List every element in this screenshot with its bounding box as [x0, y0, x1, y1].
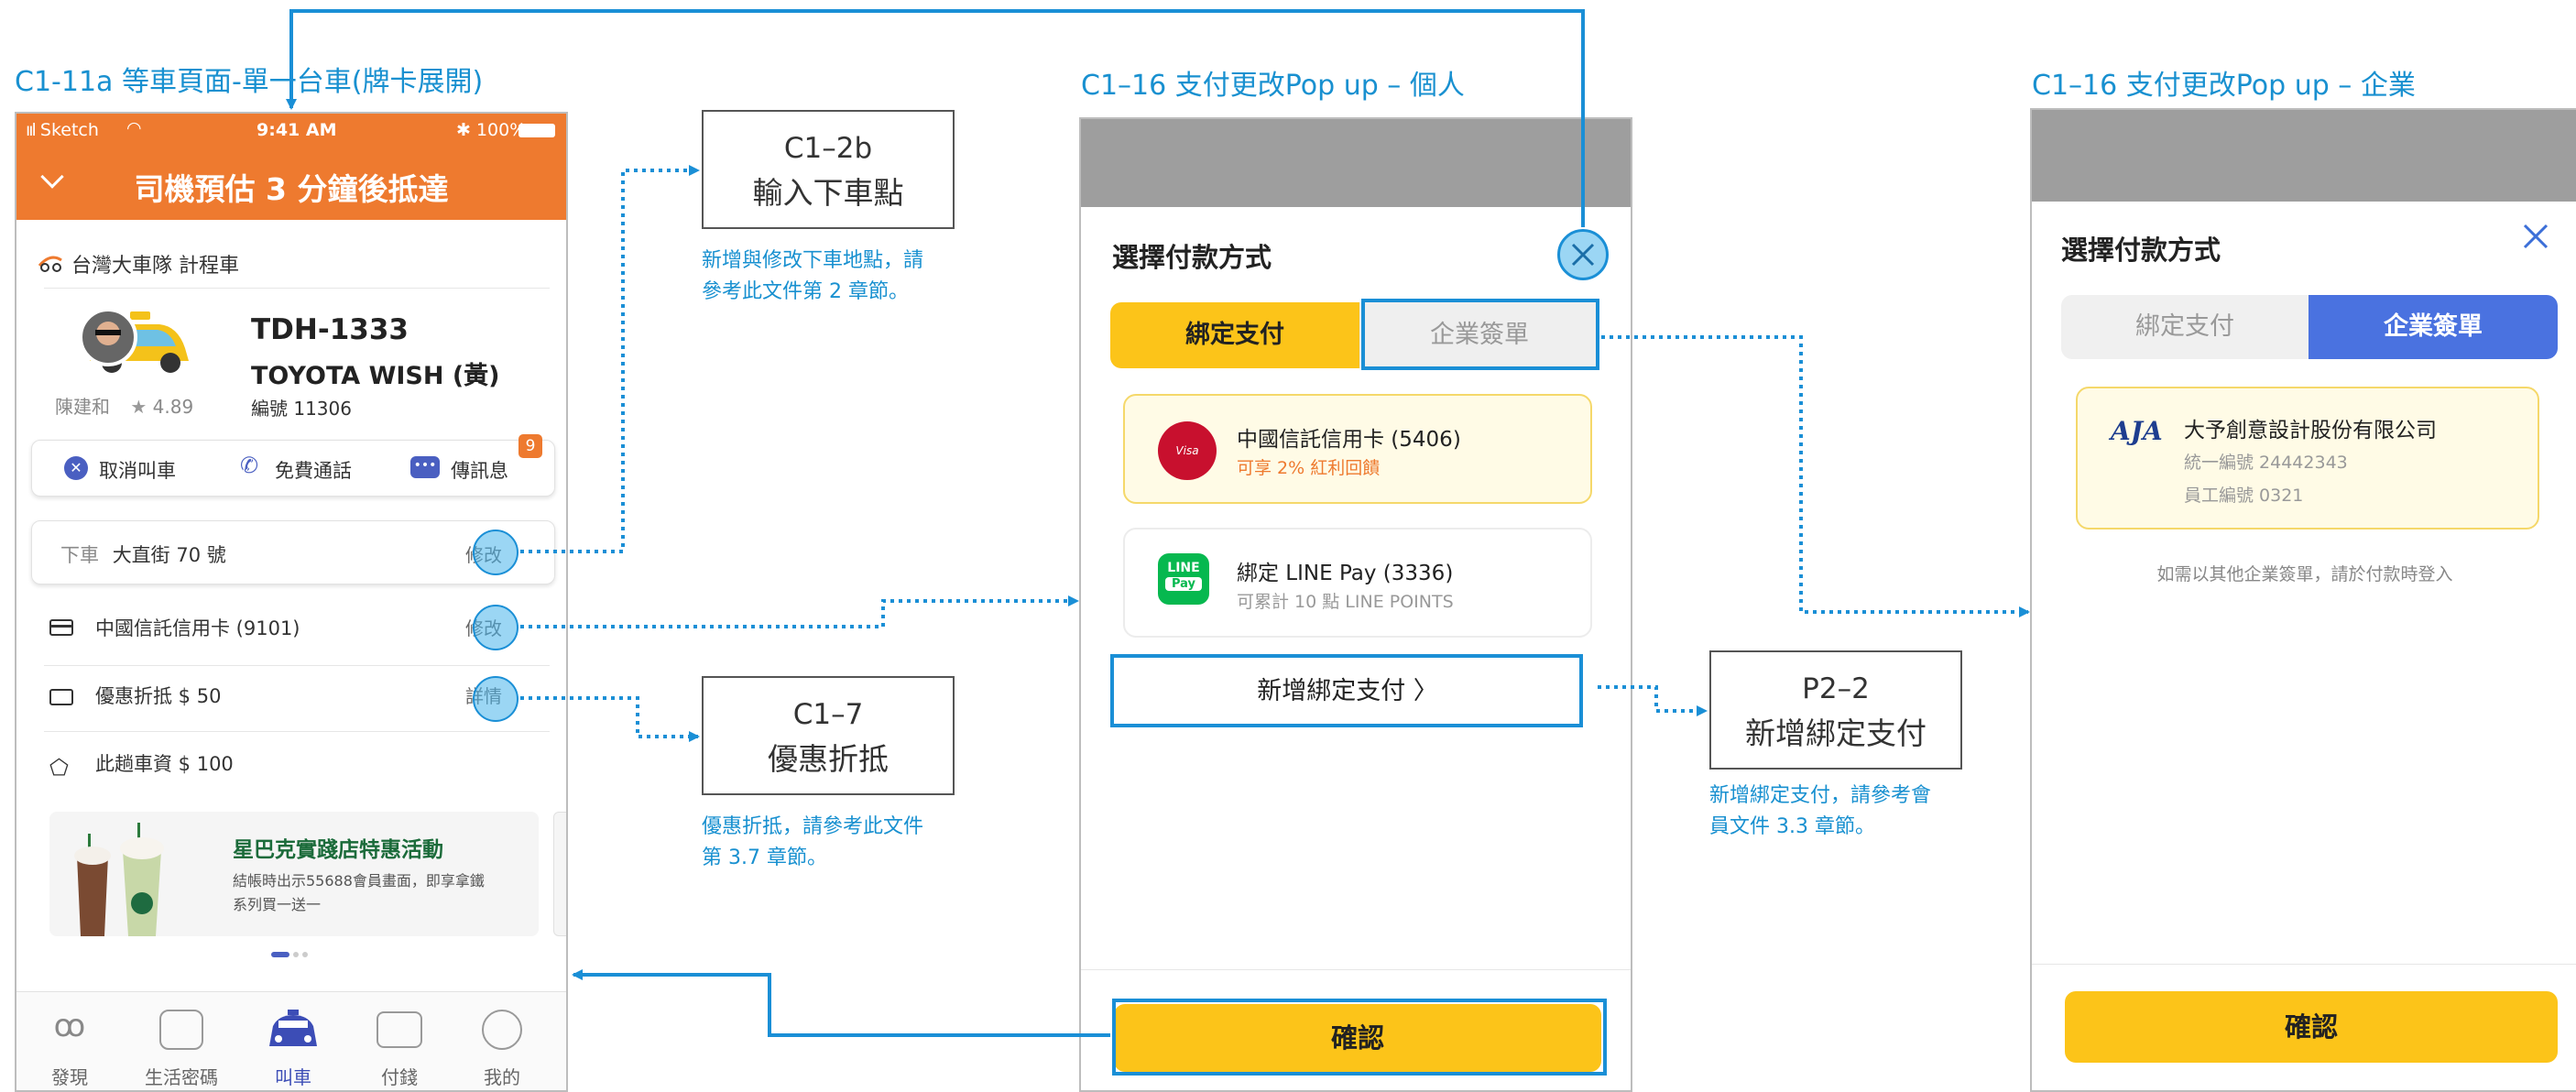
connector-add-payment — [1598, 685, 1708, 716]
connector-corporate — [1601, 335, 2030, 617]
connector-close — [286, 9, 1585, 227]
connector-payment — [520, 595, 1079, 628]
connector-confirm — [572, 969, 1110, 1037]
connector-dropoff — [520, 165, 700, 553]
flow-connectors — [286, 9, 2030, 1037]
connector-discount — [520, 696, 700, 742]
